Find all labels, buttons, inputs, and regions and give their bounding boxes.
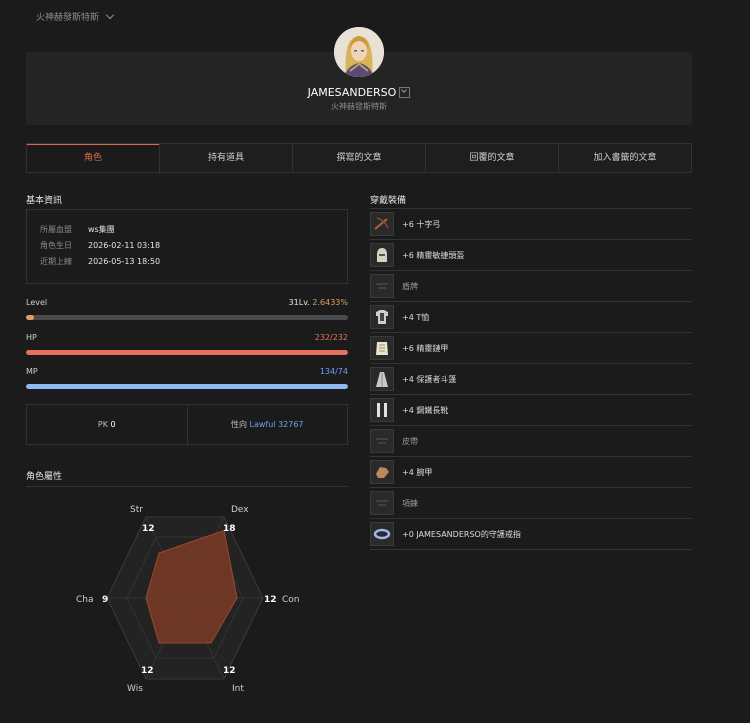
info-value: 2026-05-13 18:50: [88, 257, 161, 266]
attributes-divider: [26, 486, 348, 487]
equipment-name: +4 鋼鐵長靴: [402, 405, 449, 415]
attr-con-value: 12: [264, 595, 277, 605]
equipment-item[interactable]: +6 十字弓: [370, 209, 692, 240]
hp-value: 232/232: [314, 333, 348, 342]
equipment-item[interactable]: +4 保護者斗篷: [370, 364, 692, 395]
equipment-item[interactable]: +6 精靈敏捷頭盔: [370, 240, 692, 271]
mp-bar: [26, 384, 348, 389]
gauntlet-icon: [370, 460, 394, 484]
level-percent: 2.6433%: [312, 298, 348, 307]
info-key: 角色生日: [40, 241, 72, 250]
crossbow-icon: [370, 212, 394, 236]
equipment-name: +0 JAMESANDERSO的守護戒指: [402, 529, 521, 539]
equipment-name: 項鍊: [402, 498, 418, 508]
attr-con-label: Con: [282, 595, 300, 605]
chevron-down-icon: [105, 10, 115, 20]
equipment-item[interactable]: +4 T恤: [370, 302, 692, 333]
equipment-list: +6 十字弓 +6 精靈敏捷頭盔 盾牌 +4 T恤 +6 精靈鏈甲 +4 保護者…: [370, 209, 692, 550]
pk-cell: PK 0: [27, 405, 187, 444]
equipment-item[interactable]: 皮帶: [370, 426, 692, 457]
attributes-title: 角色屬性: [26, 472, 63, 482]
hp-bar-fill: [26, 350, 348, 355]
attr-int-label: Int: [232, 684, 244, 694]
character-server: 火神赫發斯特斯: [331, 102, 387, 111]
pk-value: 0: [110, 420, 116, 429]
tab-written-posts[interactable]: 撰寫的文章: [292, 144, 425, 172]
attribute-radar-chart: Str 12 Dex 18 Con 12 Int 12 Wis 12 Cha 9: [76, 505, 300, 694]
equipment-item[interactable]: +4 鋼鐵長靴: [370, 395, 692, 426]
basic-info-title: 基本資訊: [26, 196, 63, 206]
info-row-last-login: 近期上線 2026-05-13 18:50: [40, 256, 160, 267]
info-row-birthday: 角色生日 2026-02-11 03:18: [40, 240, 160, 251]
level-bar: [26, 315, 348, 320]
character-name: JAMESANDERSO: [307, 86, 397, 99]
attr-cha-value: 9: [102, 595, 108, 605]
tab-items[interactable]: 持有道具: [159, 144, 292, 172]
attr-dex-label: Dex: [231, 505, 249, 515]
alignment-value: Lawful 32767: [249, 420, 304, 429]
equipment-name: 盾牌: [402, 281, 418, 291]
hp-label: HP: [26, 333, 37, 342]
pk-label: PK: [97, 420, 108, 429]
attr-str-value: 12: [142, 524, 155, 534]
equipment-name: +4 保護者斗篷: [402, 374, 457, 384]
level-label: Level: [26, 298, 48, 307]
server-selector-label: 火神赫發斯特斯: [36, 13, 100, 23]
alignment-label: 性向: [230, 420, 247, 429]
character-name-row: JAMESANDERSO: [0, 86, 718, 99]
attr-str-label: Str: [130, 505, 143, 515]
tshirt-icon: [370, 305, 394, 329]
empty-slot-icon: [370, 491, 394, 515]
attr-cha-label: Cha: [76, 595, 94, 605]
helmet-icon: [370, 243, 394, 267]
pk-box: PK 0 性向 Lawful 32767: [26, 404, 348, 445]
mp-label: MP: [26, 367, 38, 376]
info-key: 近期上線: [40, 257, 72, 266]
info-value: 2026-02-11 03:18: [88, 241, 161, 250]
attr-int-value: 12: [223, 666, 236, 676]
avatar: [334, 27, 384, 77]
empty-slot-icon: [370, 274, 394, 298]
equipment-title: 穿戴裝備: [370, 196, 407, 206]
profile-tabs: 角色 持有道具 撰寫的文章 回覆的文章 加入書籤的文章: [26, 143, 692, 173]
equipment-item[interactable]: 項鍊: [370, 488, 692, 519]
mp-value: 134/74: [319, 367, 348, 376]
attr-wis-value: 12: [141, 666, 154, 676]
attr-wis-label: Wis: [127, 684, 143, 694]
equipment-name: +4 腕甲: [402, 467, 433, 477]
info-key: 所屬血盟: [40, 225, 72, 234]
hp-bar: [26, 350, 348, 355]
level-bar-fill: [26, 315, 35, 320]
ring-icon: [370, 522, 394, 546]
basic-info-box: 所屬血盟 ws集團 角色生日 2026-02-11 03:18 近期上線 2026-0…: [26, 209, 348, 284]
mp-bar-fill: [26, 384, 348, 389]
server-selector[interactable]: 火神赫發斯特斯: [36, 10, 115, 23]
equipment-name: +6 十字弓: [402, 219, 441, 229]
character-portrait-icon: [334, 27, 384, 77]
equipment-name: +6 精靈鏈甲: [402, 343, 449, 353]
tab-replied-posts[interactable]: 回覆的文章: [425, 144, 558, 172]
level-number: 31Lv.: [288, 298, 310, 307]
equipment-item[interactable]: +4 腕甲: [370, 457, 692, 488]
equipment-item[interactable]: 盾牌: [370, 271, 692, 302]
empty-slot-icon: [370, 429, 394, 453]
level-value: 31Lv. 2.6433%: [228, 298, 348, 307]
equipment-item[interactable]: +6 精靈鏈甲: [370, 333, 692, 364]
equipment-item[interactable]: +0 JAMESANDERSO的守護戒指: [370, 519, 692, 550]
character-dropdown-icon[interactable]: [399, 86, 411, 98]
info-value: ws集團: [88, 225, 115, 234]
cloak-icon: [370, 367, 394, 391]
equipment-name: 皮帶: [402, 436, 418, 446]
tab-bookmarked-posts[interactable]: 加入書籤的文章: [558, 144, 691, 172]
info-row-guild: 所屬血盟 ws集團: [40, 224, 115, 235]
alignment-cell: 性向 Lawful 32767: [186, 405, 348, 444]
chainmail-icon: [370, 336, 394, 360]
tab-character[interactable]: 角色: [27, 144, 159, 172]
boots-icon: [370, 398, 394, 422]
attr-dex-value: 18: [223, 524, 236, 534]
equipment-name: +6 精靈敏捷頭盔: [402, 250, 465, 260]
equipment-name: +4 T恤: [402, 312, 430, 322]
